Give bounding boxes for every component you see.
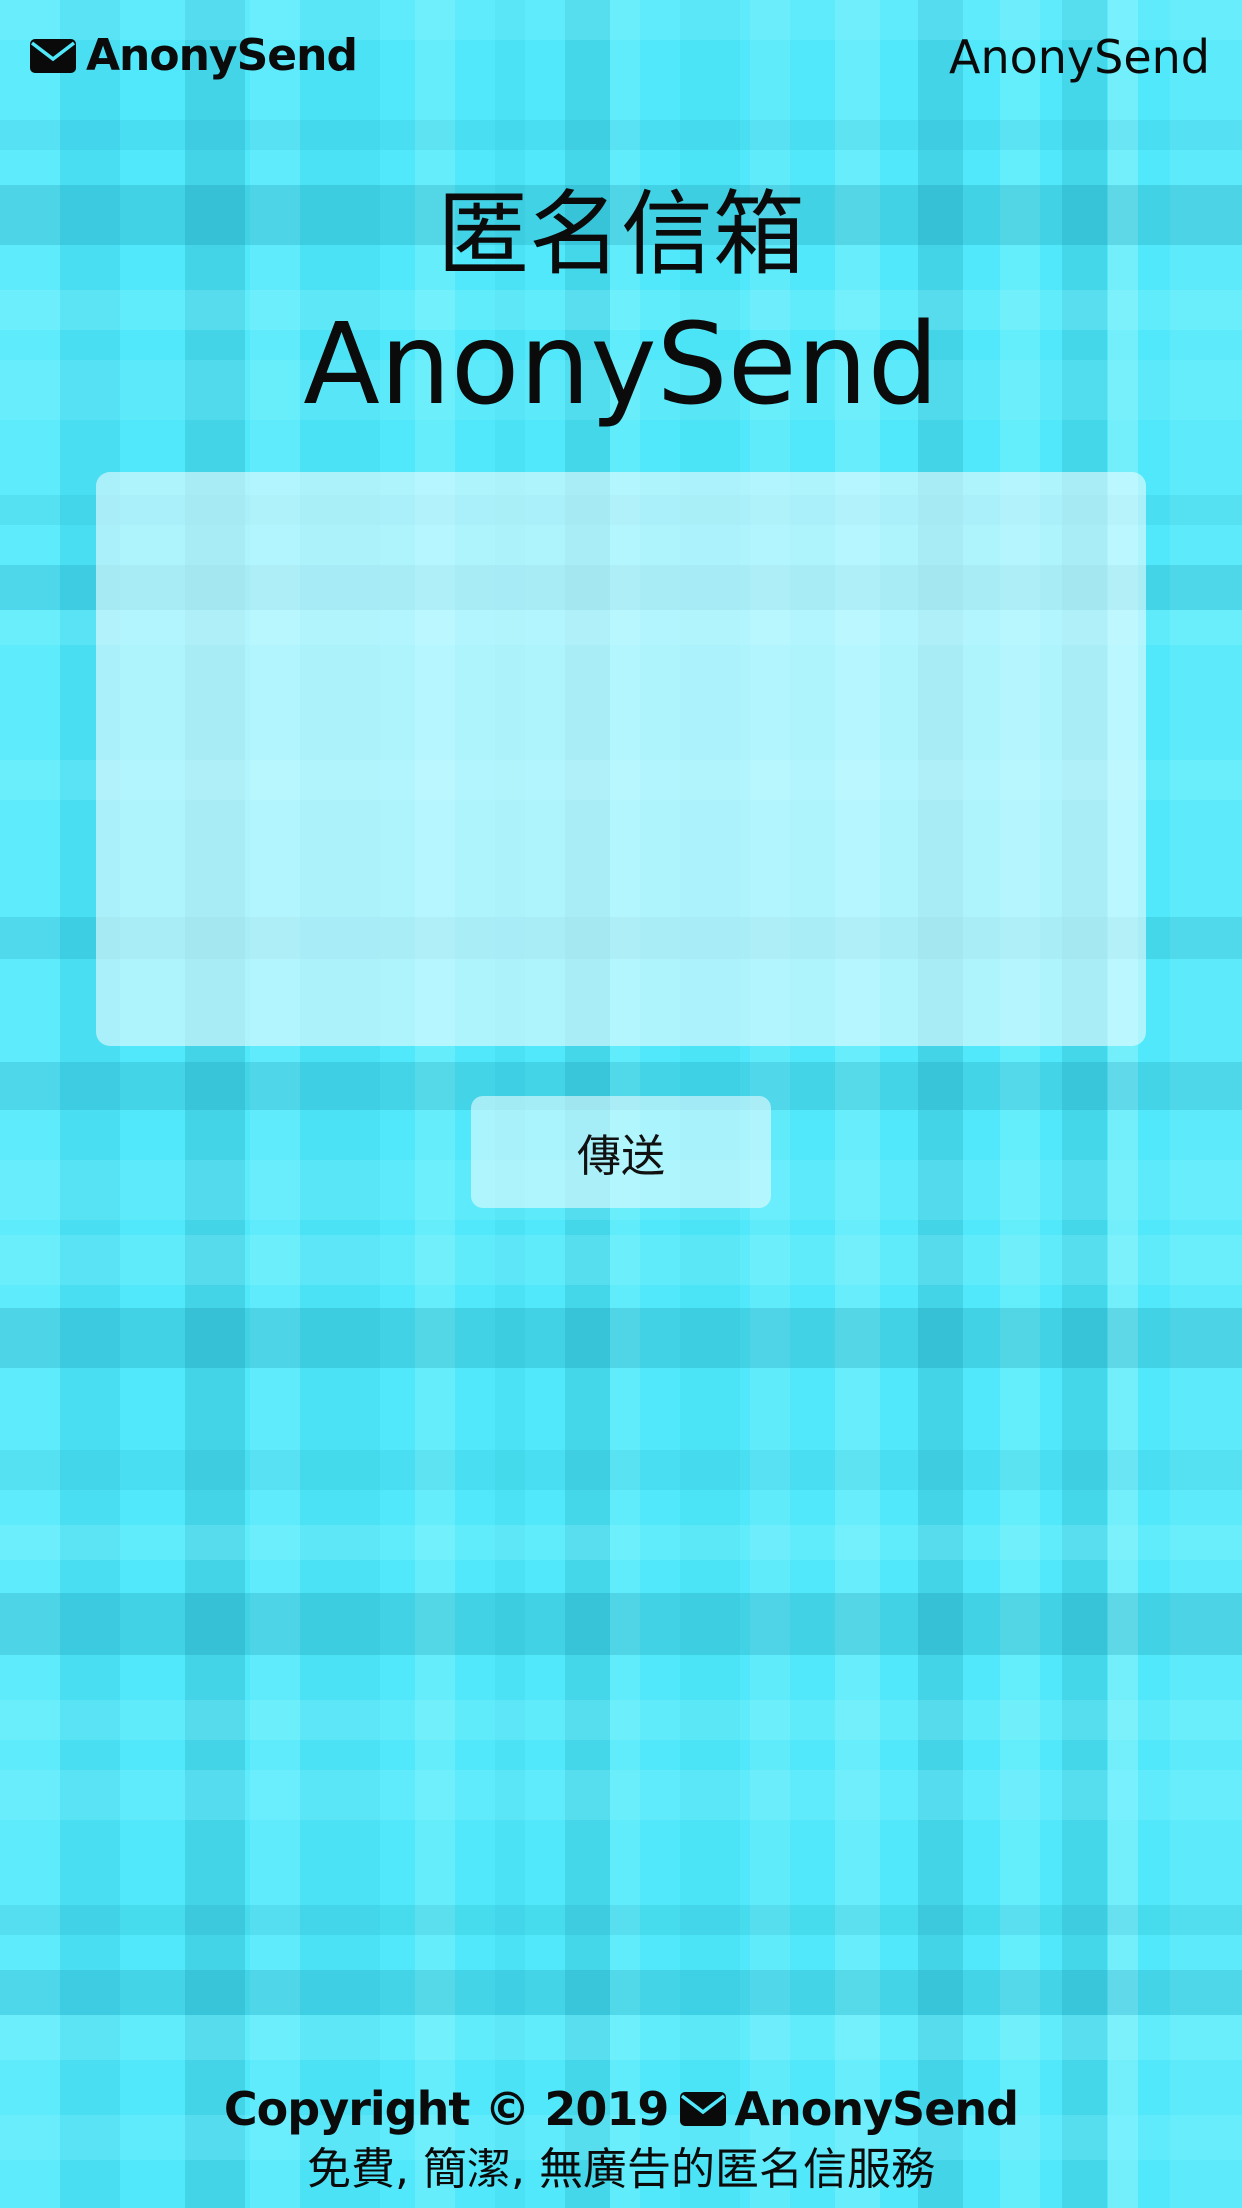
page-title-english: AnonySend (303, 300, 939, 430)
brand-link[interactable]: AnonySend (30, 30, 358, 81)
copyright-brand: AnonySend (734, 2082, 1019, 2136)
message-input[interactable] (96, 472, 1146, 1046)
page-title-chinese: 匿名信箱 (436, 181, 805, 288)
footer-tagline: 免費, 簡潔, 無廣告的匿名信服務 (307, 2144, 935, 2195)
send-button[interactable]: 傳送 (471, 1096, 771, 1208)
envelope-icon (30, 38, 86, 73)
footer: Copyright © 2019 AnonySend 免費, 簡潔, 無廣告的匿… (0, 2078, 1242, 2200)
brand-label: AnonySend (86, 30, 358, 81)
envelope-icon (668, 2092, 734, 2126)
nav-link-anonysend[interactable]: AnonySend (949, 30, 1210, 84)
footer-copyright: Copyright © 2019 AnonySend (0, 2078, 1242, 2140)
top-navbar: AnonySend AnonySend (0, 0, 1242, 118)
copyright-text: Copyright © 2019 (223, 2082, 669, 2136)
